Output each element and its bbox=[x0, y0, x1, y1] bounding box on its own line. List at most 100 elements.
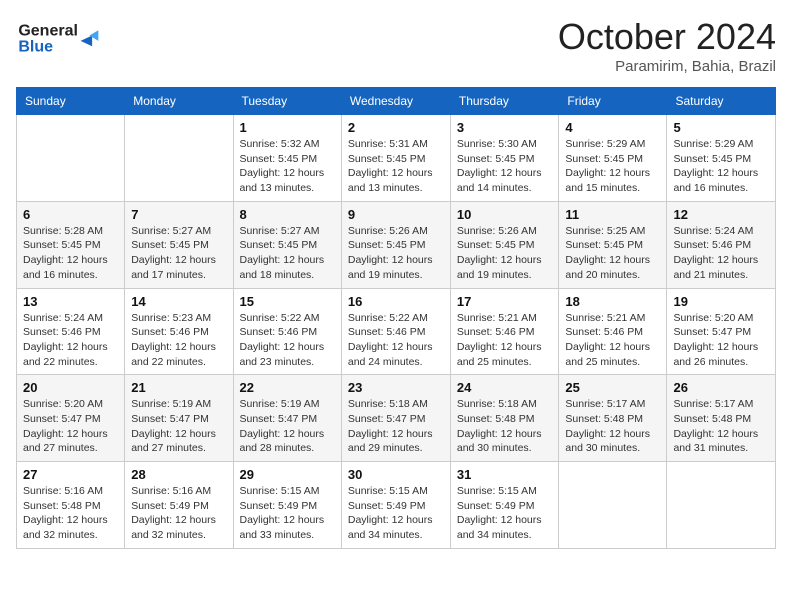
day-info: Sunrise: 5:19 AM Sunset: 5:47 PM Dayligh… bbox=[131, 397, 226, 456]
day-info: Sunrise: 5:27 AM Sunset: 5:45 PM Dayligh… bbox=[131, 224, 226, 283]
day-number: 24 bbox=[457, 380, 553, 395]
calendar-cell: 20 Sunrise: 5:20 AM Sunset: 5:47 PM Dayli… bbox=[17, 375, 125, 462]
day-info: Sunrise: 5:28 AM Sunset: 5:45 PM Dayligh… bbox=[23, 224, 118, 283]
calendar-cell: 9 Sunrise: 5:26 AM Sunset: 5:45 PM Daylig… bbox=[341, 201, 450, 288]
day-number: 2 bbox=[348, 120, 444, 135]
day-number: 23 bbox=[348, 380, 444, 395]
day-info: Sunrise: 5:18 AM Sunset: 5:48 PM Dayligh… bbox=[457, 397, 553, 456]
calendar-cell: 1 Sunrise: 5:32 AM Sunset: 5:45 PM Daylig… bbox=[233, 115, 341, 202]
day-info: Sunrise: 5:16 AM Sunset: 5:48 PM Dayligh… bbox=[23, 484, 118, 543]
day-info: Sunrise: 5:22 AM Sunset: 5:46 PM Dayligh… bbox=[348, 311, 444, 370]
day-number: 14 bbox=[131, 294, 226, 309]
day-number: 5 bbox=[673, 120, 769, 135]
logo: General Blue bbox=[16, 16, 106, 56]
day-number: 11 bbox=[565, 207, 660, 222]
day-info: Sunrise: 5:25 AM Sunset: 5:45 PM Dayligh… bbox=[565, 224, 660, 283]
day-number: 3 bbox=[457, 120, 553, 135]
calendar-cell: 8 Sunrise: 5:27 AM Sunset: 5:45 PM Daylig… bbox=[233, 201, 341, 288]
day-number: 20 bbox=[23, 380, 118, 395]
day-info: Sunrise: 5:29 AM Sunset: 5:45 PM Dayligh… bbox=[565, 137, 660, 196]
day-number: 13 bbox=[23, 294, 118, 309]
day-number: 4 bbox=[565, 120, 660, 135]
calendar-week-row: 6 Sunrise: 5:28 AM Sunset: 5:45 PM Daylig… bbox=[17, 201, 776, 288]
logo-svg: General Blue bbox=[16, 16, 106, 56]
day-info: Sunrise: 5:22 AM Sunset: 5:46 PM Dayligh… bbox=[240, 311, 335, 370]
calendar-header-row: SundayMondayTuesdayWednesdayThursdayFrid… bbox=[17, 88, 776, 115]
weekday-header: Wednesday bbox=[341, 88, 450, 115]
day-number: 28 bbox=[131, 467, 226, 482]
day-number: 25 bbox=[565, 380, 660, 395]
day-info: Sunrise: 5:24 AM Sunset: 5:46 PM Dayligh… bbox=[23, 311, 118, 370]
calendar-cell: 18Sunrise: 5:21 AM Sunset: 5:46 PM Dayli… bbox=[559, 288, 667, 375]
weekday-header: Saturday bbox=[667, 88, 776, 115]
calendar-cell: 6 Sunrise: 5:28 AM Sunset: 5:45 PM Daylig… bbox=[17, 201, 125, 288]
day-info: Sunrise: 5:17 AM Sunset: 5:48 PM Dayligh… bbox=[673, 397, 769, 456]
day-number: 1 bbox=[240, 120, 335, 135]
calendar-cell: 22 Sunrise: 5:19 AM Sunset: 5:47 PM Dayli… bbox=[233, 375, 341, 462]
weekday-header: Sunday bbox=[17, 88, 125, 115]
day-info: Sunrise: 5:32 AM Sunset: 5:45 PM Dayligh… bbox=[240, 137, 335, 196]
calendar-cell: 19 Sunrise: 5:20 AM Sunset: 5:47 PM Dayli… bbox=[667, 288, 776, 375]
calendar-cell: 27 Sunrise: 5:16 AM Sunset: 5:48 PM Dayli… bbox=[17, 462, 125, 549]
day-info: Sunrise: 5:17 AM Sunset: 5:48 PM Dayligh… bbox=[565, 397, 660, 456]
calendar-cell: 3Sunrise: 5:30 AM Sunset: 5:45 PM Daylig… bbox=[450, 115, 559, 202]
day-number: 22 bbox=[240, 380, 335, 395]
day-number: 10 bbox=[457, 207, 553, 222]
day-info: Sunrise: 5:15 AM Sunset: 5:49 PM Dayligh… bbox=[457, 484, 553, 543]
day-info: Sunrise: 5:21 AM Sunset: 5:46 PM Dayligh… bbox=[457, 311, 553, 370]
day-number: 26 bbox=[673, 380, 769, 395]
day-number: 16 bbox=[348, 294, 444, 309]
calendar-cell: 17 Sunrise: 5:21 AM Sunset: 5:46 PM Dayli… bbox=[450, 288, 559, 375]
day-info: Sunrise: 5:15 AM Sunset: 5:49 PM Dayligh… bbox=[240, 484, 335, 543]
day-number: 8 bbox=[240, 207, 335, 222]
calendar-cell: 5 Sunrise: 5:29 AM Sunset: 5:45 PM Daylig… bbox=[667, 115, 776, 202]
day-info: Sunrise: 5:27 AM Sunset: 5:45 PM Dayligh… bbox=[240, 224, 335, 283]
day-info: Sunrise: 5:23 AM Sunset: 5:46 PM Dayligh… bbox=[131, 311, 226, 370]
calendar-week-row: 20 Sunrise: 5:20 AM Sunset: 5:47 PM Dayli… bbox=[17, 375, 776, 462]
day-number: 15 bbox=[240, 294, 335, 309]
calendar-cell: 26 Sunrise: 5:17 AM Sunset: 5:48 PM Dayli… bbox=[667, 375, 776, 462]
calendar-week-row: 1 Sunrise: 5:32 AM Sunset: 5:45 PM Daylig… bbox=[17, 115, 776, 202]
day-number: 9 bbox=[348, 207, 444, 222]
calendar-cell bbox=[667, 462, 776, 549]
day-number: 19 bbox=[673, 294, 769, 309]
day-info: Sunrise: 5:19 AM Sunset: 5:47 PM Dayligh… bbox=[240, 397, 335, 456]
calendar-cell: 16 Sunrise: 5:22 AM Sunset: 5:46 PM Dayli… bbox=[341, 288, 450, 375]
day-info: Sunrise: 5:15 AM Sunset: 5:49 PM Dayligh… bbox=[348, 484, 444, 543]
calendar-cell: 12 Sunrise: 5:24 AM Sunset: 5:46 PM Dayli… bbox=[667, 201, 776, 288]
calendar-cell: 10Sunrise: 5:26 AM Sunset: 5:45 PM Dayli… bbox=[450, 201, 559, 288]
day-info: Sunrise: 5:24 AM Sunset: 5:46 PM Dayligh… bbox=[673, 224, 769, 283]
page-header: General Blue October 2024 Paramirim, Bah… bbox=[16, 16, 776, 75]
month-title: October 2024 bbox=[558, 16, 776, 58]
day-number: 6 bbox=[23, 207, 118, 222]
calendar-cell: 31 Sunrise: 5:15 AM Sunset: 5:49 PM Dayli… bbox=[450, 462, 559, 549]
day-info: Sunrise: 5:26 AM Sunset: 5:45 PM Dayligh… bbox=[348, 224, 444, 283]
day-info: Sunrise: 5:20 AM Sunset: 5:47 PM Dayligh… bbox=[23, 397, 118, 456]
svg-text:Blue: Blue bbox=[18, 39, 53, 56]
day-number: 27 bbox=[23, 467, 118, 482]
day-number: 29 bbox=[240, 467, 335, 482]
calendar-cell: 2Sunrise: 5:31 AM Sunset: 5:45 PM Daylig… bbox=[341, 115, 450, 202]
day-number: 12 bbox=[673, 207, 769, 222]
title-block: October 2024 Paramirim, Bahia, Brazil bbox=[558, 16, 776, 75]
day-number: 31 bbox=[457, 467, 553, 482]
calendar-cell: 4 Sunrise: 5:29 AM Sunset: 5:45 PM Daylig… bbox=[559, 115, 667, 202]
day-number: 21 bbox=[131, 380, 226, 395]
calendar-cell: 24 Sunrise: 5:18 AM Sunset: 5:48 PM Dayli… bbox=[450, 375, 559, 462]
calendar-cell bbox=[559, 462, 667, 549]
weekday-header: Tuesday bbox=[233, 88, 341, 115]
weekday-header: Friday bbox=[559, 88, 667, 115]
calendar-cell: 30Sunrise: 5:15 AM Sunset: 5:49 PM Dayli… bbox=[341, 462, 450, 549]
day-info: Sunrise: 5:29 AM Sunset: 5:45 PM Dayligh… bbox=[673, 137, 769, 196]
weekday-header: Thursday bbox=[450, 88, 559, 115]
calendar-cell bbox=[125, 115, 233, 202]
calendar-cell: 11 Sunrise: 5:25 AM Sunset: 5:45 PM Dayli… bbox=[559, 201, 667, 288]
calendar-cell: 23 Sunrise: 5:18 AM Sunset: 5:47 PM Dayli… bbox=[341, 375, 450, 462]
day-info: Sunrise: 5:20 AM Sunset: 5:47 PM Dayligh… bbox=[673, 311, 769, 370]
weekday-header: Monday bbox=[125, 88, 233, 115]
day-info: Sunrise: 5:18 AM Sunset: 5:47 PM Dayligh… bbox=[348, 397, 444, 456]
calendar-cell: 21 Sunrise: 5:19 AM Sunset: 5:47 PM Dayli… bbox=[125, 375, 233, 462]
day-number: 17 bbox=[457, 294, 553, 309]
calendar-cell: 13 Sunrise: 5:24 AM Sunset: 5:46 PM Dayli… bbox=[17, 288, 125, 375]
calendar-cell: 7Sunrise: 5:27 AM Sunset: 5:45 PM Daylig… bbox=[125, 201, 233, 288]
